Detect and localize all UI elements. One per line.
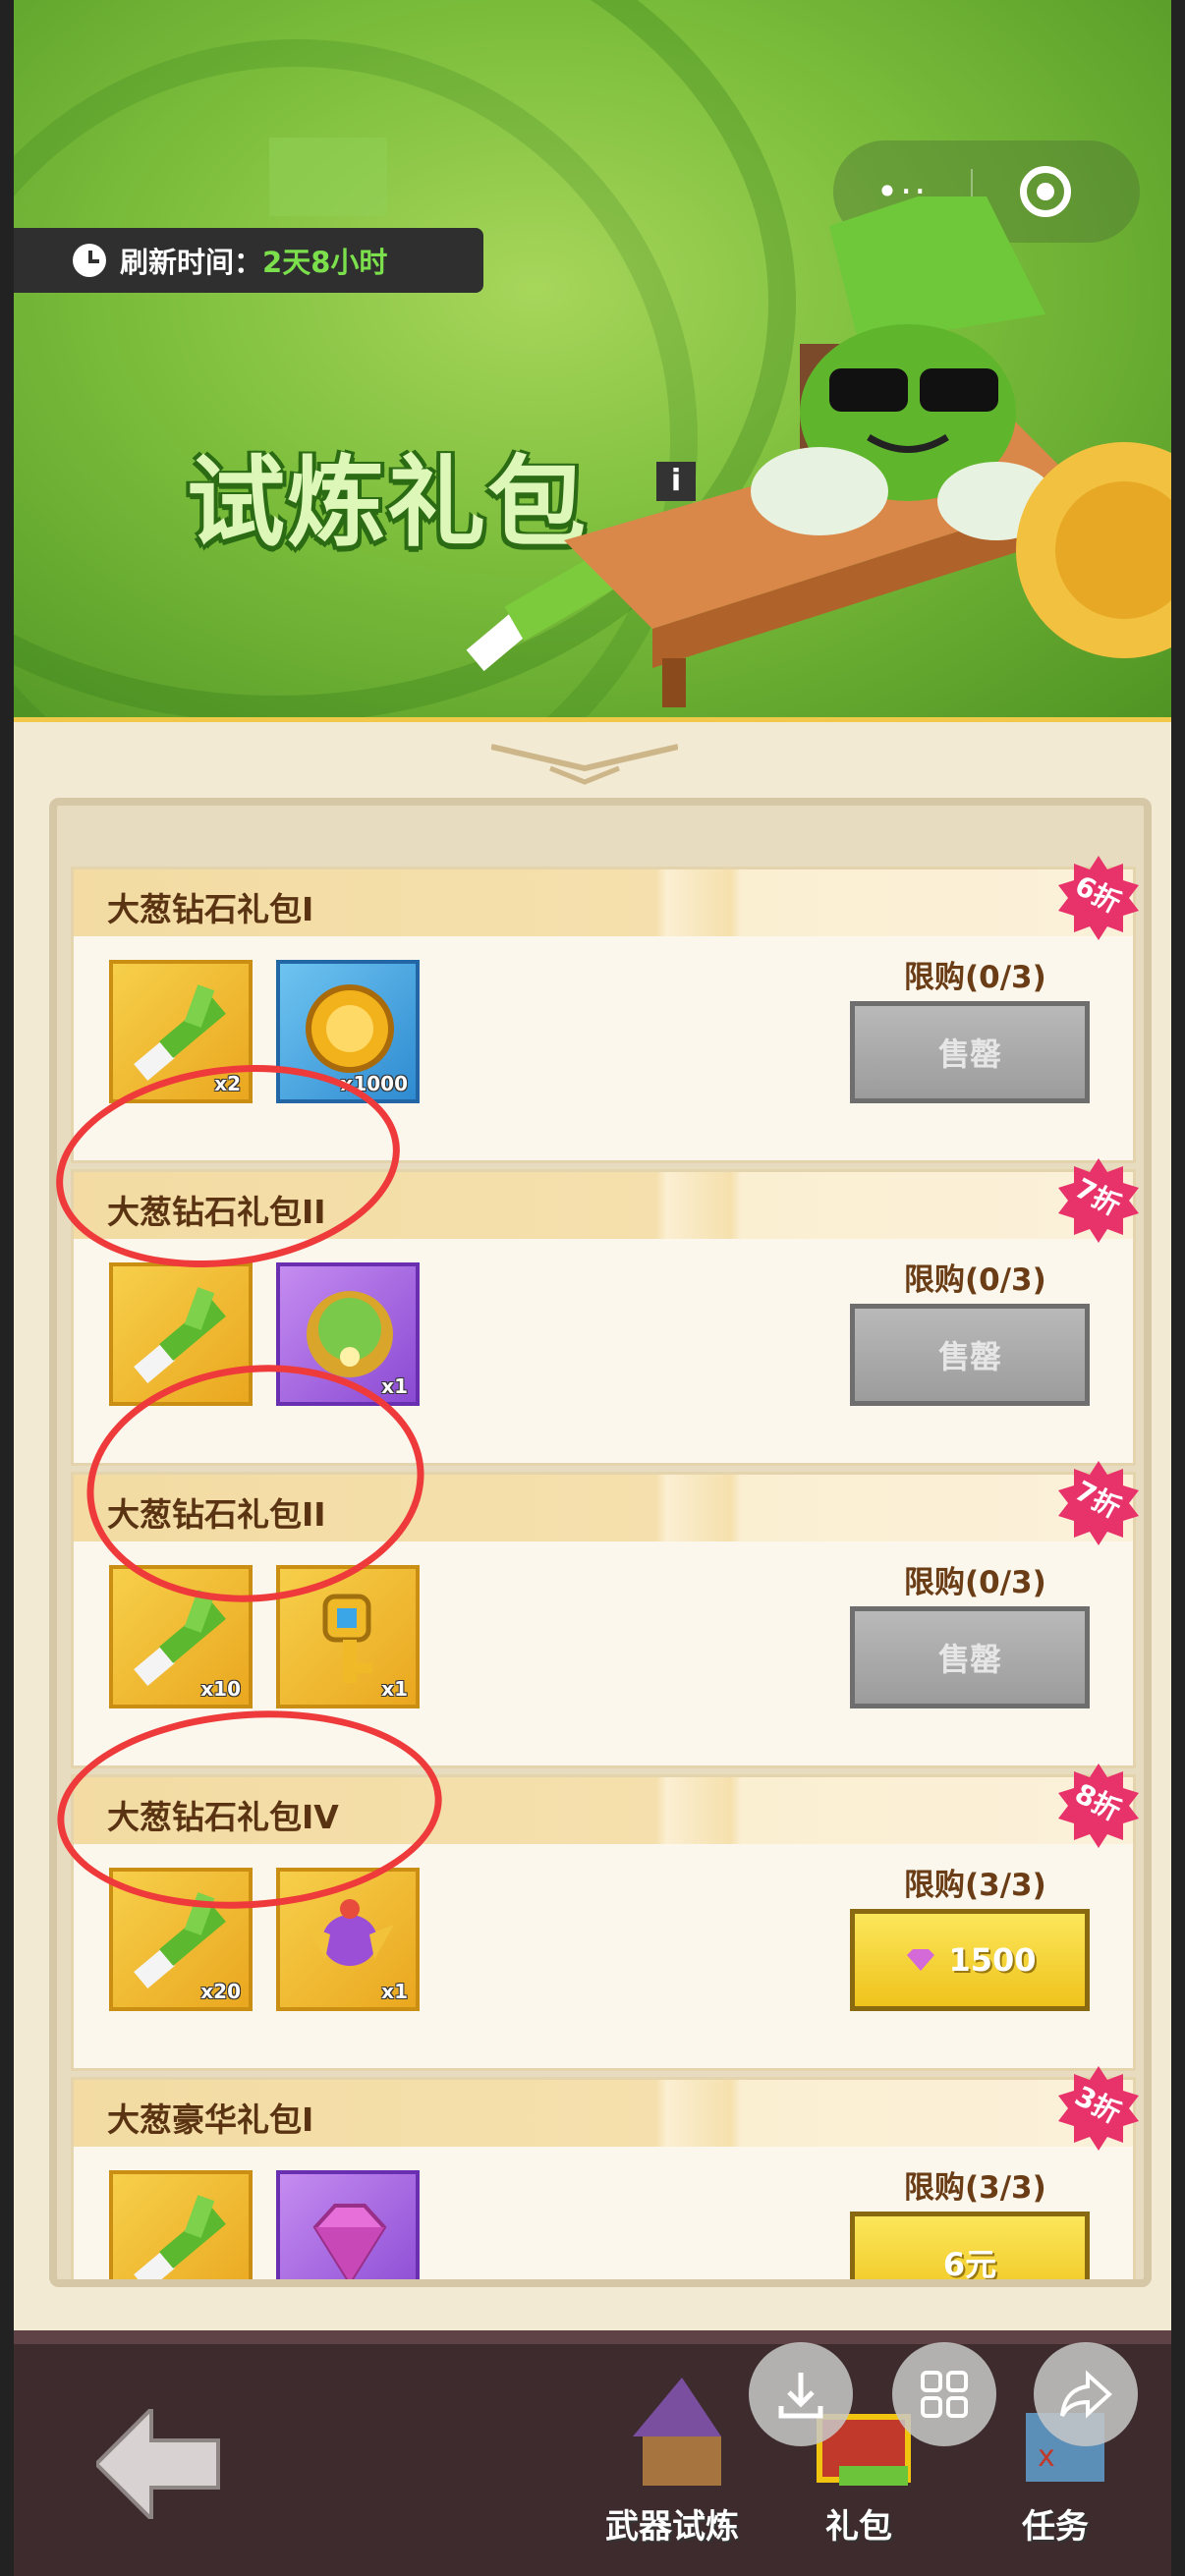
buy-button[interactable]: 1500	[850, 1909, 1090, 2011]
pack-name: 大葱豪华礼包I	[107, 2100, 314, 2139]
reward-slot[interactable]	[109, 2170, 253, 2279]
purchase-limit: 限购(0/3)	[904, 1565, 1046, 1600]
reward-slot[interactable]	[276, 2170, 420, 2279]
purchase-limit: 限购(3/3)	[904, 2170, 1046, 2206]
discount-badge: 6折	[1056, 856, 1141, 940]
reward-quantity: x1	[381, 1374, 408, 1398]
download-icon	[778, 2373, 823, 2419]
reward-quantity: x10	[200, 1677, 241, 1701]
apps-button[interactable]	[892, 2342, 996, 2446]
grid-icon	[921, 2371, 968, 2418]
reward-quantity: x1	[381, 1677, 408, 1701]
banner-gold-strip	[14, 717, 1171, 722]
sold-out-button[interactable]: 售罄	[850, 1304, 1090, 1406]
back-arrow-icon[interactable]	[96, 2409, 224, 2519]
sold-out-button[interactable]: 售罄	[850, 1001, 1090, 1103]
purchase-limit: 限购(0/3)	[904, 960, 1046, 995]
buy-button-label: 6元	[942, 2246, 997, 2283]
nav-weapon-trial-label: 武器试炼	[605, 2507, 739, 2547]
discount-badge: 7折	[1056, 1461, 1141, 1545]
discount-badge: 7折	[1056, 1158, 1141, 1243]
ornament-icon	[491, 744, 678, 785]
purchase-limit: 限购(0/3)	[904, 1262, 1046, 1298]
wizard-tower-icon	[633, 2378, 721, 2486]
gift-pack-card: 大葱豪华礼包I 限购(3/3) 6元 3折	[71, 2066, 1139, 2283]
mascot-illustration	[564, 196, 1171, 707]
nav-gift-pack-label: 礼包	[825, 2507, 892, 2547]
page-title: 试炼礼包	[187, 445, 588, 560]
clock-icon	[73, 244, 106, 277]
panel-header-decoration	[14, 739, 1171, 798]
sold-out-button[interactable]: 售罄	[850, 1606, 1090, 1708]
gem-icon	[907, 1949, 935, 1971]
reward-quantity: x20	[200, 1980, 241, 2003]
share-button[interactable]	[1034, 2342, 1138, 2446]
nav-tasks-label: 任务	[1022, 2507, 1089, 2547]
bottom-nav-trim	[14, 2330, 1171, 2344]
svg-text:x: x	[1038, 2439, 1055, 2474]
share-icon	[1060, 2370, 1112, 2419]
buy-button-label: 售罄	[937, 1036, 1001, 1073]
nav-weapon-trial[interactable]: 武器试炼	[574, 2378, 770, 2548]
download-button[interactable]	[749, 2342, 853, 2446]
buy-button[interactable]: 6元	[850, 2212, 1090, 2283]
leek-decoration-icon	[269, 138, 387, 216]
purchase-limit: 限购(3/3)	[904, 1868, 1046, 1903]
discount-badge: 8折	[1056, 1764, 1141, 1848]
buy-button-label: 售罄	[937, 1641, 1001, 1678]
buy-button-label: 1500	[948, 1941, 1037, 1979]
banner: 刷新时间： 2天8小时 •·· 试炼礼包 i	[14, 0, 1171, 722]
app-frame: 刷新时间： 2天8小时 •·· 试炼礼包 i 大葱钻石礼包I x2 x1000 …	[14, 0, 1171, 2576]
buy-button-label: 售罄	[937, 1338, 1001, 1375]
discount-badge: 3折	[1056, 2066, 1141, 2151]
reward-quantity: x1	[381, 1980, 408, 2003]
pack-name: 大葱钻石礼包I	[107, 890, 314, 928]
